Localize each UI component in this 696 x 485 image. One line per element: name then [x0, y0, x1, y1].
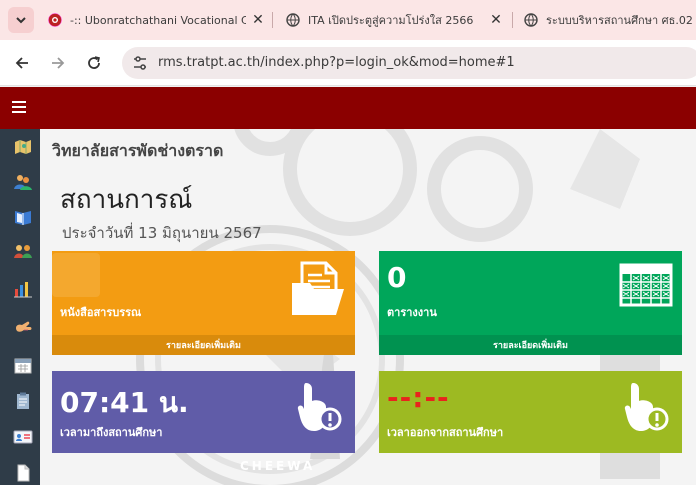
- browser-tab-ubonratchathani[interactable]: -:: Ubonratchathani Vocational College ✕: [40, 0, 270, 40]
- close-tab-icon[interactable]: ✕: [246, 12, 270, 28]
- browser-tab-rms[interactable]: ระบบบริหารสถานศึกษา ศธ.02 ออนไลน์: [516, 0, 696, 40]
- chart-icon[interactable]: [13, 279, 33, 299]
- cheewa-logo-text: CHEEWA: [240, 459, 316, 473]
- book-icon[interactable]: [13, 207, 33, 227]
- reload-button[interactable]: [82, 51, 106, 75]
- document-folder-icon: [292, 261, 344, 315]
- tab-divider: [272, 12, 273, 28]
- hand-icon[interactable]: [13, 317, 33, 337]
- card-label: ตารางงาน: [387, 306, 437, 319]
- browser-toolbar: rms.tratpt.ac.th/index.php?p=login_ok&mo…: [0, 40, 696, 86]
- forward-button[interactable]: [46, 51, 70, 75]
- card-label: เวลาออกจากสถานศึกษา: [387, 426, 504, 439]
- card-value: --:--: [387, 381, 450, 414]
- group-icon[interactable]: [13, 242, 33, 262]
- menu-toggle-icon[interactable]: [12, 101, 26, 113]
- address-bar[interactable]: rms.tratpt.ac.th/index.php?p=login_ok&mo…: [122, 47, 696, 79]
- file-icon[interactable]: [13, 463, 33, 483]
- app-topbar: [0, 87, 696, 129]
- site-settings-icon[interactable]: [130, 53, 150, 73]
- touch-alert-icon: [624, 383, 669, 431]
- page-title: สถานการณ์: [60, 185, 193, 215]
- tab-title: -:: Ubonratchathani Vocational College: [70, 13, 246, 27]
- card-value-placeholder: [52, 253, 100, 297]
- globe-icon: [524, 13, 538, 27]
- card-documents[interactable]: หนังสือสารบรรณ รายละเอียดเพิ่มเติม: [52, 251, 355, 355]
- chevron-down-icon: [16, 17, 26, 24]
- users-icon[interactable]: [13, 172, 33, 192]
- tab-search-button[interactable]: [8, 7, 34, 33]
- card-more-details-link[interactable]: รายละเอียดเพิ่มเติม: [52, 335, 355, 355]
- arrow-left-icon: [15, 57, 28, 69]
- browser-tab-strip: -:: Ubonratchathani Vocational College ✕…: [0, 0, 696, 40]
- card-label: หนังสือสารบรรณ: [60, 306, 142, 319]
- id-card-icon[interactable]: [13, 427, 33, 447]
- college-favicon-icon: [48, 13, 62, 27]
- back-button[interactable]: [10, 51, 34, 75]
- reload-icon: [88, 56, 100, 69]
- calendar-grid-icon: [619, 263, 673, 307]
- card-arrival-time: 07:41 น. เวลามาถึงสถานศึกษา: [52, 371, 355, 453]
- touch-alert-icon: [297, 383, 342, 431]
- college-name: วิทยาลัยสารพัดช่างตราด: [52, 141, 224, 160]
- calendar-icon[interactable]: [13, 355, 33, 375]
- card-leave-time: --:-- เวลาออกจากสถานศึกษา: [379, 371, 682, 453]
- url-text: rms.tratpt.ac.th/index.php?p=login_ok&mo…: [158, 55, 515, 70]
- browser-tab-ita[interactable]: ITA เปิดประตูสู่ความโปร่งใส 2566 ✕: [278, 0, 508, 40]
- card-value: 07:41 น.: [60, 386, 189, 419]
- sidebar: [0, 129, 40, 485]
- main-content: วิทยาลัยสารพัดช่างตราด สถานการณ์ ประจำวั…: [40, 129, 696, 485]
- card-more-details-link[interactable]: รายละเอียดเพิ่มเติม: [379, 335, 682, 355]
- tab-divider: [512, 12, 513, 28]
- clipboard-icon[interactable]: [13, 391, 33, 411]
- card-schedule[interactable]: 0 ตารางงาน รายละเอียดเพิ่มเติม: [379, 251, 682, 355]
- close-tab-icon[interactable]: ✕: [484, 12, 508, 28]
- arrow-right-icon: [52, 57, 65, 69]
- map-icon[interactable]: [13, 137, 33, 157]
- tab-title: ITA เปิดประตูสู่ความโปร่งใส 2566: [308, 14, 474, 27]
- globe-icon: [286, 13, 300, 27]
- card-label: เวลามาถึงสถานศึกษา: [60, 426, 163, 439]
- card-value: 0: [387, 261, 407, 294]
- page-date: ประจำวันที่ 13 มิถุนายน 2567: [62, 224, 262, 242]
- tab-title: ระบบบริหารสถานศึกษา ศธ.02 ออนไลน์: [546, 14, 696, 27]
